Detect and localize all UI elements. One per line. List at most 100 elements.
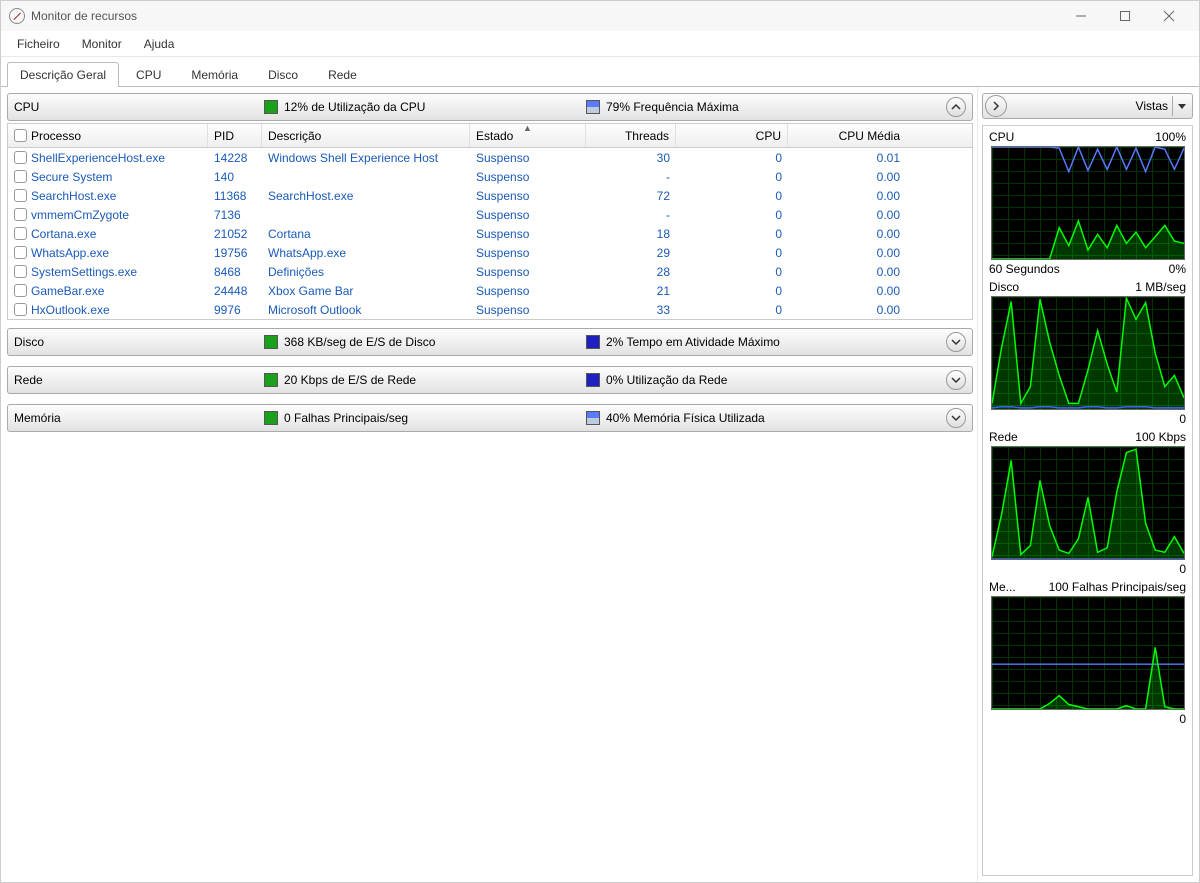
section-network-header[interactable]: Rede 20 Kbps de E/S de Rede 0% Utilizaçã… bbox=[7, 366, 973, 394]
cell-pid: 140 bbox=[208, 167, 262, 186]
row-checkbox[interactable] bbox=[14, 246, 27, 259]
table-row[interactable]: SearchHost.exe11368SearchHost.exeSuspens… bbox=[8, 186, 972, 205]
graph-network: Rede 100 Kbps 0 bbox=[987, 430, 1188, 576]
expand-button[interactable] bbox=[946, 332, 966, 352]
graph-network-max: 100 Kbps bbox=[1135, 430, 1186, 444]
collapse-button[interactable] bbox=[946, 97, 966, 117]
table-row[interactable]: Secure System140Suspenso-00.00 bbox=[8, 167, 972, 186]
cell-threads: 33 bbox=[586, 300, 676, 319]
cell-cpu: 0 bbox=[676, 205, 788, 224]
cell-state: Suspenso bbox=[470, 167, 586, 186]
disk-io-label: 368 KB/seg de E/S de Disco bbox=[284, 335, 435, 349]
table-row[interactable]: SystemSettings.exe8468DefiniçõesSuspenso… bbox=[8, 262, 972, 281]
table-row[interactable]: Cortana.exe21052CortanaSuspenso1800.00 bbox=[8, 224, 972, 243]
cell-threads: 21 bbox=[586, 281, 676, 300]
menu-file[interactable]: Ficheiro bbox=[7, 34, 70, 54]
tab-cpu[interactable]: CPU bbox=[123, 62, 174, 87]
cpu-util-label: 12% de Utilização da CPU bbox=[284, 100, 425, 114]
cell-cpu: 0 bbox=[676, 186, 788, 205]
swatch-icon bbox=[586, 411, 600, 425]
table-row[interactable]: WhatsApp.exe19756WhatsApp.exeSuspenso290… bbox=[8, 243, 972, 262]
row-checkbox[interactable] bbox=[14, 189, 27, 202]
graph-memory-min: 0 bbox=[1179, 712, 1186, 726]
cell-avg: 0.00 bbox=[788, 224, 906, 243]
graph-cpu-canvas bbox=[991, 146, 1185, 260]
menu-help[interactable]: Ajuda bbox=[134, 34, 185, 54]
expand-button[interactable] bbox=[946, 408, 966, 428]
table-row[interactable]: ShellExperienceHost.exe14228Windows Shel… bbox=[8, 148, 972, 167]
section-disk-header[interactable]: Disco 368 KB/seg de E/S de Disco 2% Temp… bbox=[7, 328, 973, 356]
cell-process: GameBar.exe bbox=[31, 284, 104, 298]
row-checkbox[interactable] bbox=[14, 170, 27, 183]
cell-threads: - bbox=[586, 167, 676, 186]
sort-asc-icon: ▲ bbox=[523, 124, 532, 133]
swatch-icon bbox=[264, 411, 278, 425]
graph-cpu-title: CPU bbox=[989, 130, 1014, 144]
section-memory-header[interactable]: Memória 0 Falhas Principais/seg 40% Memó… bbox=[7, 404, 973, 432]
cell-process: HxOutlook.exe bbox=[31, 303, 110, 317]
col-avg[interactable]: CPU Média bbox=[788, 124, 906, 147]
graph-disk-canvas bbox=[991, 296, 1185, 410]
col-threads[interactable]: Threads bbox=[586, 124, 676, 147]
views-bar: Vistas bbox=[982, 93, 1193, 119]
tab-disk[interactable]: Disco bbox=[255, 62, 311, 87]
graph-memory: Me... 100 Falhas Principais/seg 0 bbox=[987, 580, 1188, 726]
graph-cpu-max: 100% bbox=[1155, 130, 1186, 144]
views-dropdown[interactable] bbox=[1172, 96, 1190, 116]
row-checkbox[interactable] bbox=[14, 151, 27, 164]
cell-desc: SearchHost.exe bbox=[262, 186, 470, 205]
cell-state: Suspenso bbox=[470, 281, 586, 300]
cell-process: SearchHost.exe bbox=[31, 189, 116, 203]
overview-pane: CPU 12% de Utilização da CPU 79% Frequên… bbox=[1, 87, 977, 882]
graph-memory-max: 100 Falhas Principais/seg bbox=[1049, 580, 1186, 594]
cell-process: SystemSettings.exe bbox=[31, 265, 137, 279]
col-state[interactable]: ▲Estado bbox=[470, 124, 586, 147]
section-memory-title: Memória bbox=[14, 411, 264, 425]
cell-avg: 0.00 bbox=[788, 243, 906, 262]
col-cpu[interactable]: CPU bbox=[676, 124, 788, 147]
menu-monitor[interactable]: Monitor bbox=[72, 34, 132, 54]
table-header: Processo PID Descrição ▲Estado Threads C… bbox=[8, 124, 972, 148]
col-process[interactable]: Processo bbox=[8, 124, 208, 147]
cell-pid: 14228 bbox=[208, 148, 262, 167]
cell-desc: Cortana bbox=[262, 224, 470, 243]
close-button[interactable] bbox=[1147, 1, 1191, 31]
tab-memory[interactable]: Memória bbox=[178, 62, 251, 87]
graph-network-min: 0 bbox=[1179, 562, 1186, 576]
expand-pane-button[interactable] bbox=[985, 95, 1007, 117]
tabbar: Descrição Geral CPU Memória Disco Rede bbox=[1, 57, 1199, 87]
graphs-container[interactable]: CPU 100% 60 Segundos 0% Disco 1 MB/seg bbox=[982, 125, 1193, 876]
tab-network[interactable]: Rede bbox=[315, 62, 370, 87]
table-row[interactable]: GameBar.exe24448Xbox Game BarSuspenso210… bbox=[8, 281, 972, 300]
graph-memory-canvas bbox=[991, 596, 1185, 710]
minimize-button[interactable] bbox=[1059, 1, 1103, 31]
mem-used-label: 40% Memória Física Utilizada bbox=[606, 411, 765, 425]
expand-button[interactable] bbox=[946, 370, 966, 390]
header-checkbox[interactable] bbox=[14, 129, 27, 142]
row-checkbox[interactable] bbox=[14, 265, 27, 278]
views-label: Vistas bbox=[1136, 99, 1172, 113]
cell-threads: 28 bbox=[586, 262, 676, 281]
row-checkbox[interactable] bbox=[14, 284, 27, 297]
table-row[interactable]: vmmemCmZygote7136Suspenso-00.00 bbox=[8, 205, 972, 224]
cell-pid: 24448 bbox=[208, 281, 262, 300]
row-checkbox[interactable] bbox=[14, 208, 27, 221]
table-row[interactable]: HxOutlook.exe9976Microsoft OutlookSuspen… bbox=[8, 300, 972, 319]
cell-state: Suspenso bbox=[470, 262, 586, 281]
cell-state: Suspenso bbox=[470, 300, 586, 319]
graph-disk-min: 0 bbox=[1179, 412, 1186, 426]
cell-avg: 0.00 bbox=[788, 300, 906, 319]
cell-desc: Definições bbox=[262, 262, 470, 281]
row-checkbox[interactable] bbox=[14, 227, 27, 240]
col-desc[interactable]: Descrição bbox=[262, 124, 470, 147]
graph-disk-max: 1 MB/seg bbox=[1135, 280, 1186, 294]
col-pid[interactable]: PID bbox=[208, 124, 262, 147]
row-checkbox[interactable] bbox=[14, 303, 27, 316]
section-cpu-header[interactable]: CPU 12% de Utilização da CPU 79% Frequên… bbox=[7, 93, 973, 121]
cell-threads: 30 bbox=[586, 148, 676, 167]
graph-disk: Disco 1 MB/seg 0 bbox=[987, 280, 1188, 426]
tab-overview[interactable]: Descrição Geral bbox=[7, 62, 119, 87]
swatch-icon bbox=[264, 335, 278, 349]
maximize-button[interactable] bbox=[1103, 1, 1147, 31]
section-cpu-title: CPU bbox=[14, 100, 264, 114]
